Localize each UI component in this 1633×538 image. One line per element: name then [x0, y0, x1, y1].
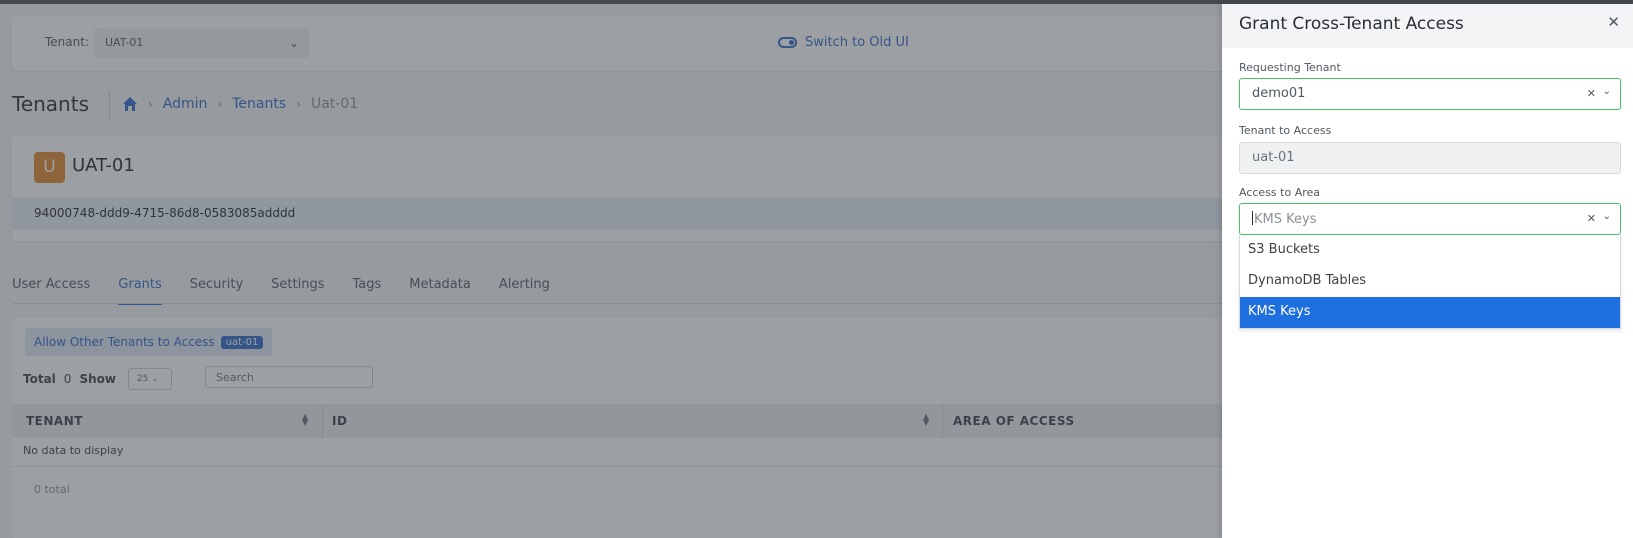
option-kms-keys[interactable]: KMS Keys	[1240, 297, 1620, 328]
grant-access-panel: Grant Cross-Tenant Access ✕ Requesting T…	[1222, 4, 1633, 538]
close-icon[interactable]: ✕	[1607, 13, 1620, 31]
access-to-area-value: KMS Keys	[1254, 212, 1317, 227]
requesting-tenant-value: demo01	[1252, 86, 1306, 101]
panel-header: Grant Cross-Tenant Access ✕	[1222, 4, 1633, 48]
tenant-to-access-value: uat-01	[1252, 150, 1295, 165]
area-options-dropdown: S3 Buckets DynamoDB Tables KMS Keys	[1239, 235, 1621, 329]
modal-backdrop[interactable]	[0, 4, 1222, 538]
option-s3-buckets[interactable]: S3 Buckets	[1240, 235, 1620, 266]
access-to-area-select[interactable]: KMS Keys ✕ ⌄	[1239, 203, 1621, 235]
tenant-to-access-field: uat-01	[1239, 142, 1621, 174]
clear-icon[interactable]: ✕	[1587, 212, 1596, 225]
clear-icon[interactable]: ✕	[1587, 87, 1596, 100]
panel-title: Grant Cross-Tenant Access	[1239, 14, 1464, 34]
tenant-to-access-label: Tenant to Access	[1239, 124, 1332, 137]
option-dynamodb-tables[interactable]: DynamoDB Tables	[1240, 266, 1620, 297]
chevron-down-icon[interactable]: ⌄	[1603, 86, 1611, 97]
requesting-tenant-select[interactable]: demo01 ✕ ⌄	[1239, 78, 1621, 110]
access-to-area-label: Access to Area	[1239, 186, 1321, 199]
text-cursor	[1252, 211, 1253, 225]
chevron-down-icon[interactable]: ⌄	[1603, 211, 1611, 222]
requesting-tenant-label: Requesting Tenant	[1239, 61, 1341, 74]
